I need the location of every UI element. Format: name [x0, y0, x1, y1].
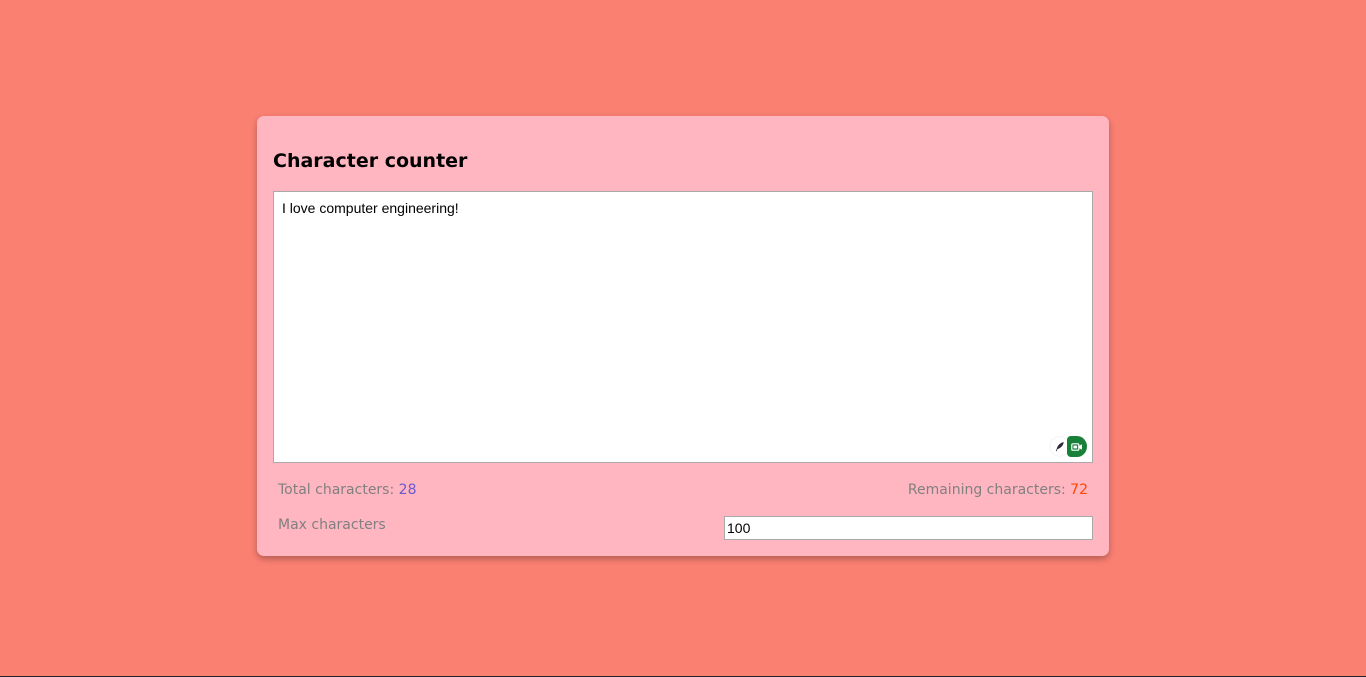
text-editor-container — [273, 191, 1093, 463]
character-counter-card: Character counter Total characters: 28 — [257, 116, 1109, 556]
max-characters-label: Max characters — [278, 517, 386, 533]
video-meet-icon[interactable] — [1067, 436, 1087, 457]
max-characters-input[interactable] — [724, 516, 1093, 540]
remaining-characters-label: Remaining characters: — [907, 482, 1071, 498]
text-input[interactable] — [274, 192, 1092, 462]
total-characters-value: 28 — [398, 482, 417, 498]
total-characters: Total characters: 28 — [278, 482, 416, 498]
remaining-characters-value: 72 — [1070, 482, 1088, 498]
page-title: Character counter — [273, 150, 468, 172]
total-characters-label: Total characters: — [278, 482, 399, 498]
remaining-characters: Remaining characters: 72 — [908, 482, 1088, 498]
extension-icons — [1050, 436, 1087, 457]
stats-row: Total characters: 28 Remaining character… — [278, 482, 1088, 502]
